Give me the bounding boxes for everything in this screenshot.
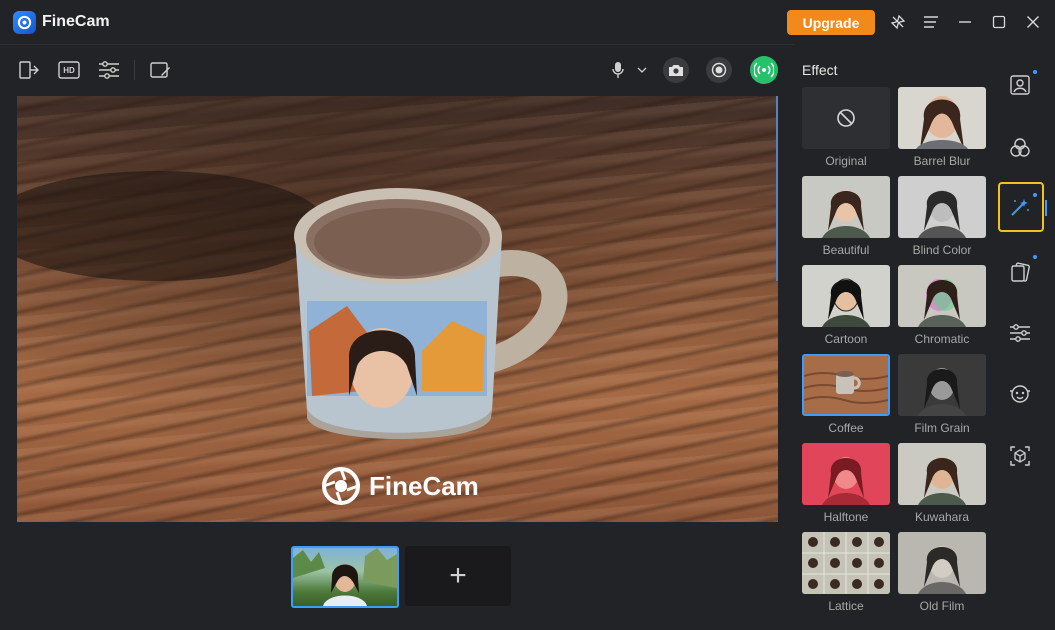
exit-icon[interactable] (17, 58, 41, 82)
whiteboard-icon[interactable] (148, 58, 172, 82)
hd-label: HD (63, 65, 75, 75)
effect-label-lattice: Lattice (828, 599, 864, 613)
header-divider (0, 44, 795, 45)
effect-label-barrel-blur: Barrel Blur (913, 154, 971, 168)
add-camera-button[interactable]: + (405, 546, 511, 606)
camera-snapshot-icon[interactable] (663, 57, 689, 83)
new-dot (1033, 70, 1037, 74)
hd-button[interactable]: HD (57, 58, 81, 82)
film-grain-thumbnail (898, 354, 986, 416)
effect-label-kuwahara: Kuwahara (914, 510, 970, 524)
watermark-text: FineCam (369, 470, 479, 501)
ar-cube-icon[interactable] (1006, 442, 1034, 470)
coffee-thumbnail (804, 356, 888, 414)
live-broadcast-icon[interactable] (750, 56, 778, 84)
pin-icon[interactable] (888, 12, 908, 32)
maximize-icon[interactable] (989, 12, 1009, 32)
beautiful-thumbnail (802, 176, 890, 238)
effect-card-barrel-blur[interactable] (898, 87, 986, 149)
toolbar-divider (134, 60, 135, 80)
effect-panel-title: Effect (802, 62, 838, 78)
camera-preview: FineCam (17, 96, 778, 522)
close-icon[interactable] (1023, 12, 1043, 32)
cartoon-thumbnail (802, 265, 890, 327)
effect-card-chromatic[interactable] (898, 265, 986, 327)
effect-card-old-film[interactable] (898, 532, 986, 594)
effect-card-halftone[interactable] (802, 443, 890, 505)
portrait-frame-icon[interactable] (1006, 71, 1034, 99)
effect-label-chromatic: Chromatic (914, 332, 970, 346)
minimize-icon[interactable] (955, 12, 975, 32)
finecam-watermark-icon (322, 467, 360, 505)
effect-card-lattice[interactable] (802, 532, 890, 594)
effect-label-original: Original (825, 154, 867, 168)
magic-wand-icon[interactable] (1006, 193, 1034, 221)
effect-card-beautiful[interactable] (802, 176, 890, 238)
effect-card-blind-color[interactable] (898, 176, 986, 238)
upgrade-button[interactable]: Upgrade (787, 10, 875, 35)
filters-icon[interactable] (1006, 134, 1034, 162)
effect-card-cartoon[interactable] (802, 265, 890, 327)
avatar-icon[interactable] (1006, 380, 1034, 408)
new-dot (1033, 193, 1037, 197)
new-dot (1033, 255, 1037, 259)
effect-label-cartoon: Cartoon (824, 332, 868, 346)
effect-card-original[interactable] (802, 87, 890, 149)
settings-sliders-icon[interactable] (1006, 319, 1034, 347)
effect-label-blind-color: Blind Color (912, 243, 972, 257)
camera-thumbnail[interactable] (291, 546, 399, 608)
finecam-logo-icon (13, 11, 36, 34)
chevron-down-icon[interactable] (636, 63, 648, 81)
add-label: + (449, 559, 467, 592)
effect-label-old-film: Old Film (919, 599, 965, 613)
halftone-thumbnail (802, 443, 890, 505)
blind-color-thumbnail (898, 176, 986, 238)
effect-card-film-grain[interactable] (898, 354, 986, 416)
lattice-thumbnail (802, 532, 890, 594)
stickers-icon[interactable] (1006, 258, 1034, 286)
finecam-watermark: FineCam (321, 466, 479, 506)
app-title: FineCam (42, 13, 110, 30)
preview-scrollbar[interactable] (776, 96, 778, 281)
barrel-blur-thumbnail (898, 87, 986, 149)
effect-label-beautiful: Beautiful (822, 243, 870, 257)
menu-icon[interactable] (921, 12, 941, 32)
coffee-mug-image (17, 171, 568, 439)
kuwahara-thumbnail (898, 443, 986, 505)
effect-label-coffee: Coffee (828, 421, 864, 435)
effect-card-kuwahara[interactable] (898, 443, 986, 505)
no-effect-icon (837, 109, 855, 127)
active-tab-indicator (1045, 200, 1047, 216)
microphone-icon[interactable] (605, 57, 631, 83)
effect-label-film-grain: Film Grain (914, 421, 970, 435)
adjust-icon[interactable] (97, 58, 121, 82)
record-icon[interactable] (706, 57, 732, 83)
old-film-thumbnail (898, 532, 986, 594)
effect-label-halftone: Halftone (823, 510, 869, 524)
effect-card-coffee[interactable] (802, 354, 890, 416)
chromatic-thumbnail (898, 265, 986, 327)
